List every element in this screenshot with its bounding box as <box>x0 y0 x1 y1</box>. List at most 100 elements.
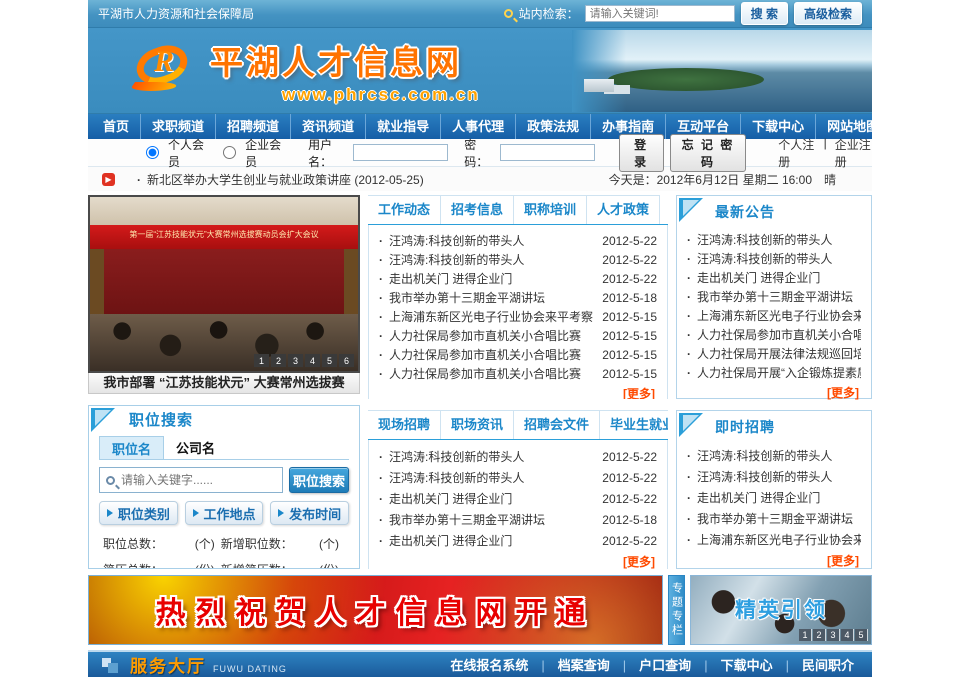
site-search-button[interactable]: 搜 索 <box>741 2 788 25</box>
news-item[interactable]: 走出机关门 进得企业门 <box>687 487 861 508</box>
news-item-title: 上海浦东新区光电子行业协会来平考 <box>697 531 861 548</box>
password-field[interactable] <box>500 144 595 161</box>
slideshow-caption[interactable]: 我市部署 “江苏技能状元” 大赛常州选拔赛 <box>88 373 360 394</box>
job-filter-button[interactable]: 工作地点 <box>185 501 264 525</box>
news-tab[interactable]: 职场资讯 <box>441 410 514 439</box>
corner-ribbon-icon <box>679 198 703 222</box>
news-item[interactable]: 我市举办第十三期金平湖讲坛 2012-5-18 <box>379 288 657 307</box>
news-item[interactable]: 汪鸿涛:科技创新的带头人 2012-5-22 <box>379 467 657 488</box>
news-tab[interactable]: 职称培训 <box>514 195 587 224</box>
instant-recruit-panel: 即时招聘 汪鸿涛:科技创新的带头人 汪鸿涛:科技创新的带头人 <box>676 410 872 569</box>
service-link[interactable]: 下载中心 <box>691 655 772 674</box>
news-item[interactable]: 汪鸿涛:科技创新的带头人 <box>687 249 861 268</box>
photo-slideshow[interactable]: 第一届“江苏技能状元”大赛常州选拔赛动员会扩大会议 123456 <box>88 195 360 373</box>
news-item[interactable]: 汪鸿涛:科技创新的带头人 <box>687 466 861 487</box>
news-item[interactable]: 人力社保局开展法律法规巡回培训 <box>687 344 861 363</box>
news-item[interactable]: 汪鸿涛:科技创新的带头人 2012-5-22 <box>379 250 657 269</box>
site-search-input[interactable] <box>585 5 735 22</box>
more-link[interactable]: [更多] <box>687 382 861 403</box>
job-filter-button[interactable]: 职位类别 <box>99 501 178 525</box>
nav-item[interactable]: 政策法规 <box>515 114 590 139</box>
slideshow-page-button[interactable]: 1 <box>254 354 269 367</box>
news-item-date: 2012-5-15 <box>602 329 657 343</box>
job-filter-label: 发布时间 <box>289 504 341 523</box>
site-logo-icon[interactable]: R <box>136 45 194 91</box>
elite-page-button[interactable]: 5 <box>855 629 868 641</box>
elite-photo-banner[interactable]: 精英引领 12345 <box>690 575 872 645</box>
login-button[interactable]: 登 录 <box>619 134 664 172</box>
news-tab[interactable]: 毕业生就业服务 <box>600 410 668 439</box>
forgot-password-button[interactable]: 忘 记 密 码 <box>670 134 747 172</box>
more-link[interactable]: [更多] <box>687 550 861 569</box>
news-item[interactable]: 人力社保局开展“入企锻炼提素质” <box>687 363 861 382</box>
news-item[interactable]: 上海浦东新区光电子行业协会来平考 <box>687 529 861 550</box>
news-tab[interactable]: 工作动态 <box>368 195 441 224</box>
elite-page-button[interactable]: 4 <box>841 629 854 641</box>
slideshow-page-button[interactable]: 3 <box>288 354 303 367</box>
job-search-panel: 职位搜索 职位名 公司名 职位搜索 <box>88 405 360 569</box>
news-tab[interactable]: 招聘会文件 <box>514 410 600 439</box>
elite-page-button[interactable]: 1 <box>799 629 812 641</box>
site-search-area: 站内检索： 搜 索 高级检索 <box>504 2 862 25</box>
news-item-date: 2012-5-22 <box>602 450 657 464</box>
news-item[interactable]: 汪鸿涛:科技创新的带头人 <box>687 230 861 249</box>
slideshow-page-button[interactable]: 4 <box>305 354 320 367</box>
news-item[interactable]: 人力社保局参加市直机关小合唱比赛 2012-5-15 <box>379 345 657 364</box>
news-tab[interactable]: 现场招聘 <box>368 410 441 439</box>
special-topics-tab[interactable]: 专题专栏 <box>668 575 685 645</box>
news-item[interactable]: 人力社保局参加市直机关小合唱比赛 <box>687 325 861 344</box>
tab-position-name[interactable]: 职位名 <box>99 436 164 459</box>
slideshow-page-button[interactable]: 6 <box>339 354 354 367</box>
job-search-title: 职位搜索 <box>129 406 193 436</box>
news-tab[interactable]: 人才政策 <box>587 195 660 224</box>
job-search-button[interactable]: 职位搜索 <box>289 467 349 493</box>
advanced-search-button[interactable]: 高级检索 <box>794 2 862 25</box>
news-item[interactable]: 走出机关门 进得企业门 2012-5-22 <box>379 269 657 288</box>
celebration-banner-text: 热烈祝贺人才信息网开通 <box>156 588 596 632</box>
tab-company-name[interactable]: 公司名 <box>164 436 227 459</box>
news-item[interactable]: 人力社保局参加市直机关小合唱比赛 2012-5-15 <box>379 364 657 383</box>
news-ticker: ▶ 新北区举办大学生创业与就业政策讲座 (2012-05-25) 今天是：201… <box>88 167 872 191</box>
company-member-radio[interactable] <box>223 146 236 159</box>
news-item[interactable]: 人力社保局参加市直机关小合唱比赛 2012-5-15 <box>379 326 657 345</box>
service-link[interactable]: 在线报名系统 <box>450 655 528 674</box>
site-header: R 平湖人才信息网 www.phrcsc.com.cn <box>88 28 872 114</box>
more-link[interactable]: [更多] <box>379 551 657 569</box>
news-item[interactable]: 走出机关门 进得企业门 2012-5-22 <box>379 488 657 509</box>
site-title-block: 平湖人才信息网 www.phrcsc.com.cn <box>210 36 480 105</box>
personal-member-radio[interactable] <box>146 146 159 159</box>
nav-item[interactable]: 首页 <box>92 114 140 139</box>
service-link[interactable]: 户口查询 <box>610 655 691 674</box>
news-item[interactable]: 我市举办第十三期金平湖讲坛 <box>687 508 861 529</box>
username-field[interactable] <box>353 144 448 161</box>
news-item[interactable]: 走出机关门 进得企业门 <box>687 268 861 287</box>
elite-page-button[interactable]: 2 <box>813 629 826 641</box>
slideshow-page-button[interactable]: 2 <box>271 354 286 367</box>
news-item[interactable]: 走出机关门 进得企业门 2012-5-22 <box>379 530 657 551</box>
news-item-date: 2012-5-15 <box>602 348 657 362</box>
news-item[interactable]: 上海浦东新区光电子行业协会来平考 <box>687 306 861 325</box>
keyword-input[interactable] <box>121 473 276 487</box>
celebration-banner[interactable]: 热烈祝贺人才信息网开通 <box>88 575 663 645</box>
news-item[interactable]: 我市举办第十三期金平湖讲坛 2012-5-18 <box>379 509 657 530</box>
service-link[interactable]: 档案查询 <box>528 655 609 674</box>
news-item[interactable]: 汪鸿涛:科技创新的带头人 <box>687 445 861 466</box>
news-item[interactable]: 我市举办第十三期金平湖讲坛 <box>687 287 861 306</box>
news-tab[interactable]: 招考信息 <box>441 195 514 224</box>
page: 平湖市人力资源和社会保障局 站内检索： 搜 索 高级检索 R 平湖人才信息网 w… <box>88 0 872 677</box>
nav-item[interactable]: 就业指导 <box>365 114 440 139</box>
more-link[interactable]: [更多] <box>379 383 657 399</box>
news-item[interactable]: 上海浦东新区光电子行业协会来平考察 2012-5-15 <box>379 307 657 326</box>
news-item[interactable]: 汪鸿涛:科技创新的带头人 2012-5-22 <box>379 231 657 250</box>
ticker-news-link[interactable]: 新北区举办大学生创业与就业政策讲座 (2012-05-25) <box>137 171 424 188</box>
main-content: 第一届“江苏技能状元”大赛常州选拔赛动员会扩大会议 123456 我市部署 “江… <box>88 195 872 569</box>
job-search-header: 职位搜索 <box>89 406 359 436</box>
slideshow-page-button[interactable]: 5 <box>322 354 337 367</box>
service-link[interactable]: 民间职介 <box>773 655 854 674</box>
company-register-link[interactable]: 企业注册 <box>835 136 872 170</box>
elite-page-button[interactable]: 3 <box>827 629 840 641</box>
news-item[interactable]: 汪鸿涛:科技创新的带头人 2012-5-22 <box>379 446 657 467</box>
job-filter-button[interactable]: 发布时间 <box>270 501 349 525</box>
personal-register-link[interactable]: 个人注册 <box>778 136 815 170</box>
news-item-title: 汪鸿涛:科技创新的带头人 <box>697 231 861 248</box>
